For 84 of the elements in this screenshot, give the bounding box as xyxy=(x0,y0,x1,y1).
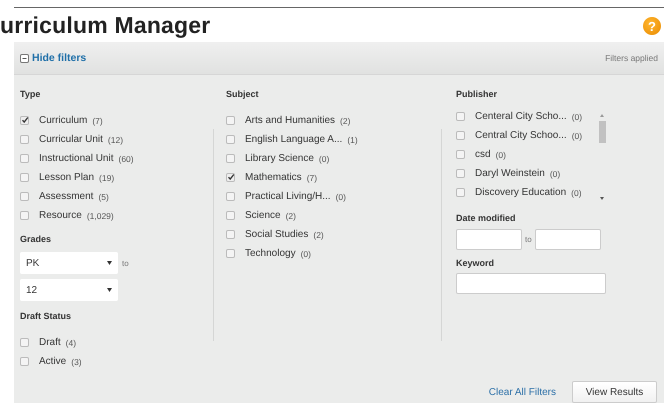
checkbox[interactable] xyxy=(20,154,29,163)
option-count: (0) xyxy=(572,130,582,140)
checkbox[interactable] xyxy=(226,116,235,125)
option-label: Lesson Plan xyxy=(39,172,94,183)
option-label: Library Science xyxy=(245,153,314,164)
option-count: (19) xyxy=(99,172,114,182)
section-heading: Type xyxy=(20,89,42,101)
option-label: Arts and Humanities xyxy=(245,115,336,126)
option-label: Science xyxy=(245,210,281,221)
option-label: Central City Schoo... xyxy=(475,130,567,141)
date-to-field[interactable] xyxy=(534,229,601,250)
option-label: Assessment xyxy=(39,191,94,202)
checkbox[interactable] xyxy=(20,116,29,125)
option-count: (0) xyxy=(318,154,330,164)
section-heading: Date modified xyxy=(456,213,517,225)
option-label: Curriculum xyxy=(39,115,88,126)
option-label: English Language A... xyxy=(245,134,342,145)
option-count: (5) xyxy=(98,192,109,202)
section-heading: Publisher xyxy=(456,89,498,101)
section-heading: Grades xyxy=(20,234,52,246)
option-count: (4) xyxy=(66,338,76,348)
hide-filters-link[interactable]: Hide filters xyxy=(20,52,86,64)
date-from-field[interactable] xyxy=(456,229,522,250)
grade-to-select[interactable]: 12 xyxy=(20,279,118,301)
page-title: urriculum Manager xyxy=(0,12,210,38)
option-count: (0) xyxy=(300,248,311,258)
checkbox[interactable] xyxy=(226,135,235,144)
checkbox[interactable] xyxy=(456,169,465,178)
option-label: Social Studies xyxy=(245,229,308,240)
option-count: (2) xyxy=(313,230,324,240)
option-label: Practical Living/H... xyxy=(245,191,331,202)
option-label: Active xyxy=(39,356,66,367)
option-count: (12) xyxy=(108,134,124,144)
checkbox[interactable] xyxy=(20,135,29,144)
option-count: (3) xyxy=(71,356,82,366)
option-count: (2) xyxy=(286,210,296,220)
option-count: (0) xyxy=(571,188,582,198)
checkbox[interactable] xyxy=(20,192,29,201)
checkbox[interactable] xyxy=(226,211,235,220)
view-results-button[interactable]: View Results xyxy=(572,381,657,403)
checkbox[interactable] xyxy=(226,154,235,163)
checkbox[interactable] xyxy=(20,357,29,366)
option-count: (2) xyxy=(340,116,350,126)
option-count: (0) xyxy=(336,192,346,202)
checkbox[interactable] xyxy=(20,211,29,220)
option-label: Resource xyxy=(39,210,82,221)
option-count: (7) xyxy=(306,172,318,182)
keyword-field[interactable] xyxy=(456,273,606,294)
option-label: Technology xyxy=(245,248,296,259)
caret-icon xyxy=(107,288,112,292)
checkbox[interactable] xyxy=(456,112,465,121)
checkbox[interactable] xyxy=(456,131,465,140)
option-count: (1,029) xyxy=(86,210,114,220)
option-label: Daryl Weinstein xyxy=(475,168,545,179)
checkbox[interactable] xyxy=(226,173,235,182)
option-label: csd xyxy=(475,149,491,160)
section-heading: Keyword xyxy=(456,258,496,270)
checkbox[interactable] xyxy=(456,188,465,197)
caret-icon xyxy=(107,261,112,265)
checkbox[interactable] xyxy=(456,150,465,159)
section-heading: Subject xyxy=(226,89,260,101)
checkbox[interactable] xyxy=(226,230,235,239)
range-separator: to xyxy=(525,235,532,244)
checkbox[interactable] xyxy=(20,338,29,347)
clear-all-filters-link[interactable]: Clear All Filters xyxy=(488,386,556,398)
option-label: Instructional Unit xyxy=(39,153,114,164)
option-label: Mathematics xyxy=(245,172,302,183)
option-count: (0) xyxy=(550,168,560,178)
option-count: (60) xyxy=(118,154,134,164)
grade-from-select[interactable]: PK xyxy=(20,252,118,274)
section-heading: Draft Status xyxy=(20,311,72,323)
option-label: Curricular Unit xyxy=(39,134,103,145)
checkbox[interactable] xyxy=(226,192,235,201)
option-count: (0) xyxy=(496,150,506,160)
checkbox[interactable] xyxy=(226,249,235,258)
option-count: (1) xyxy=(347,134,358,144)
range-separator: to xyxy=(122,258,129,268)
checkbox[interactable] xyxy=(20,173,29,182)
option-label: Centeral City Scho... xyxy=(475,111,567,122)
option-label: Discovery Education xyxy=(475,187,566,198)
option-count: (0) xyxy=(572,112,582,122)
option-count: (7) xyxy=(92,116,103,126)
option-label: Draft xyxy=(39,337,61,348)
filters-status: Filters applied xyxy=(605,53,658,63)
